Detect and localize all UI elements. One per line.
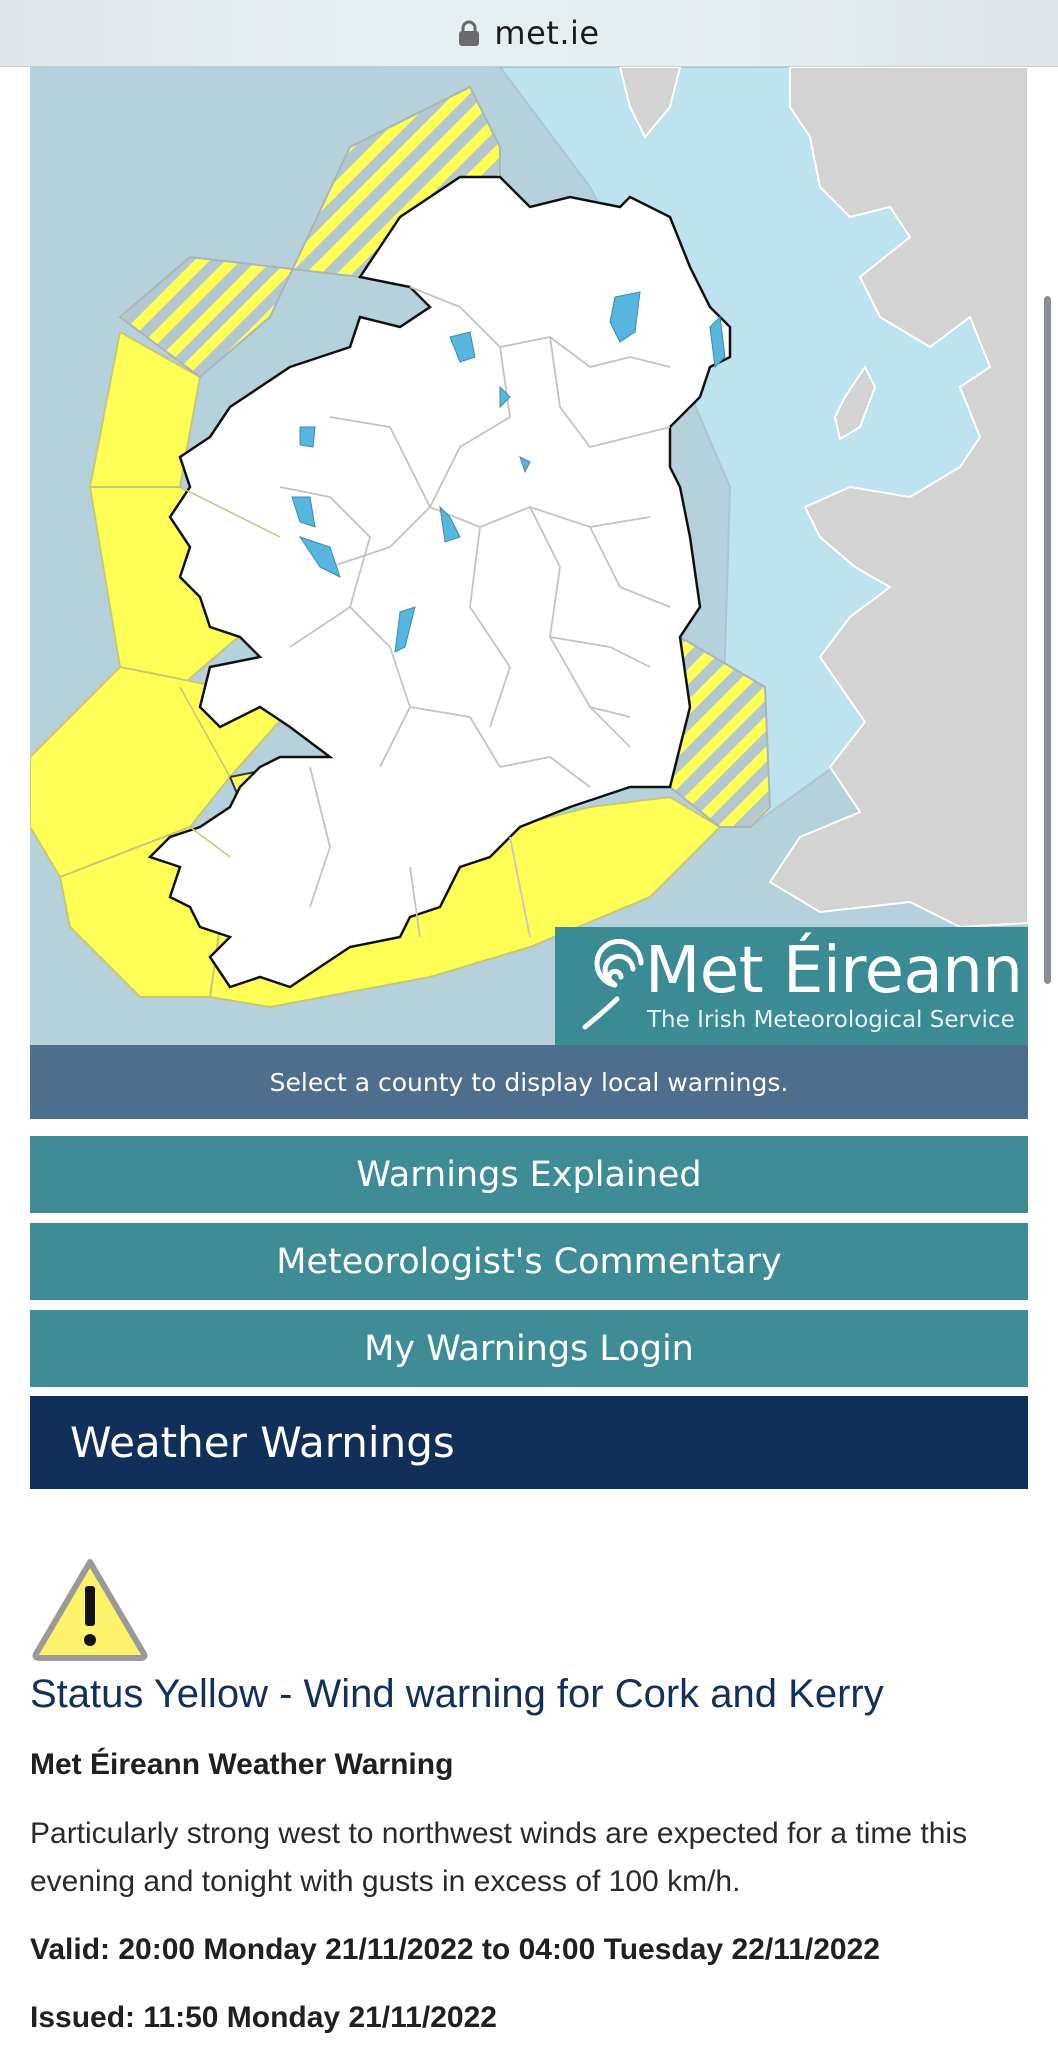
met-eireann-logo[interactable]: Met Éireann The Irish Meteorological Ser… <box>555 927 1028 1045</box>
warnings-map[interactable]: Met Éireann The Irish Meteorological Ser… <box>30 67 1028 1045</box>
swirl-logo-icon <box>582 939 644 1030</box>
my-warnings-login-button[interactable]: My Warnings Login <box>30 1310 1028 1387</box>
weather-warnings-header: Weather Warnings <box>30 1396 1028 1489</box>
page-scrollbar[interactable] <box>1044 296 1051 984</box>
warning-body: Particularly strong west to northwest wi… <box>30 1817 968 1898</box>
logo-tagline: The Irish Meteorological Service <box>647 1007 1015 1033</box>
ireland-map-svg[interactable] <box>30 67 1028 1045</box>
select-county-hint: Select a county to display local warning… <box>30 1045 1028 1119</box>
warning-issued: Issued: 11:50 Monday 21/11/2022 <box>30 2001 497 2034</box>
meteorologist-commentary-button[interactable]: Meteorologist's Commentary <box>30 1223 1028 1300</box>
warning-valid: Valid: 20:00 Monday 21/11/2022 to 04:00 … <box>30 1933 880 1966</box>
logo-brand-text: Met Éireann <box>645 934 1023 1008</box>
warning-source: Met Éireann Weather Warning <box>30 1748 454 1781</box>
lock-icon <box>459 20 480 46</box>
warning-triangle-icon <box>32 1559 148 1661</box>
warnings-explained-button[interactable]: Warnings Explained <box>30 1136 1028 1213</box>
url-domain: met.ie <box>494 14 600 52</box>
browser-url-bar[interactable]: met.ie <box>0 0 1058 67</box>
warning-title-link[interactable]: Status Yellow - Wind warning for Cork an… <box>30 1668 1028 1720</box>
